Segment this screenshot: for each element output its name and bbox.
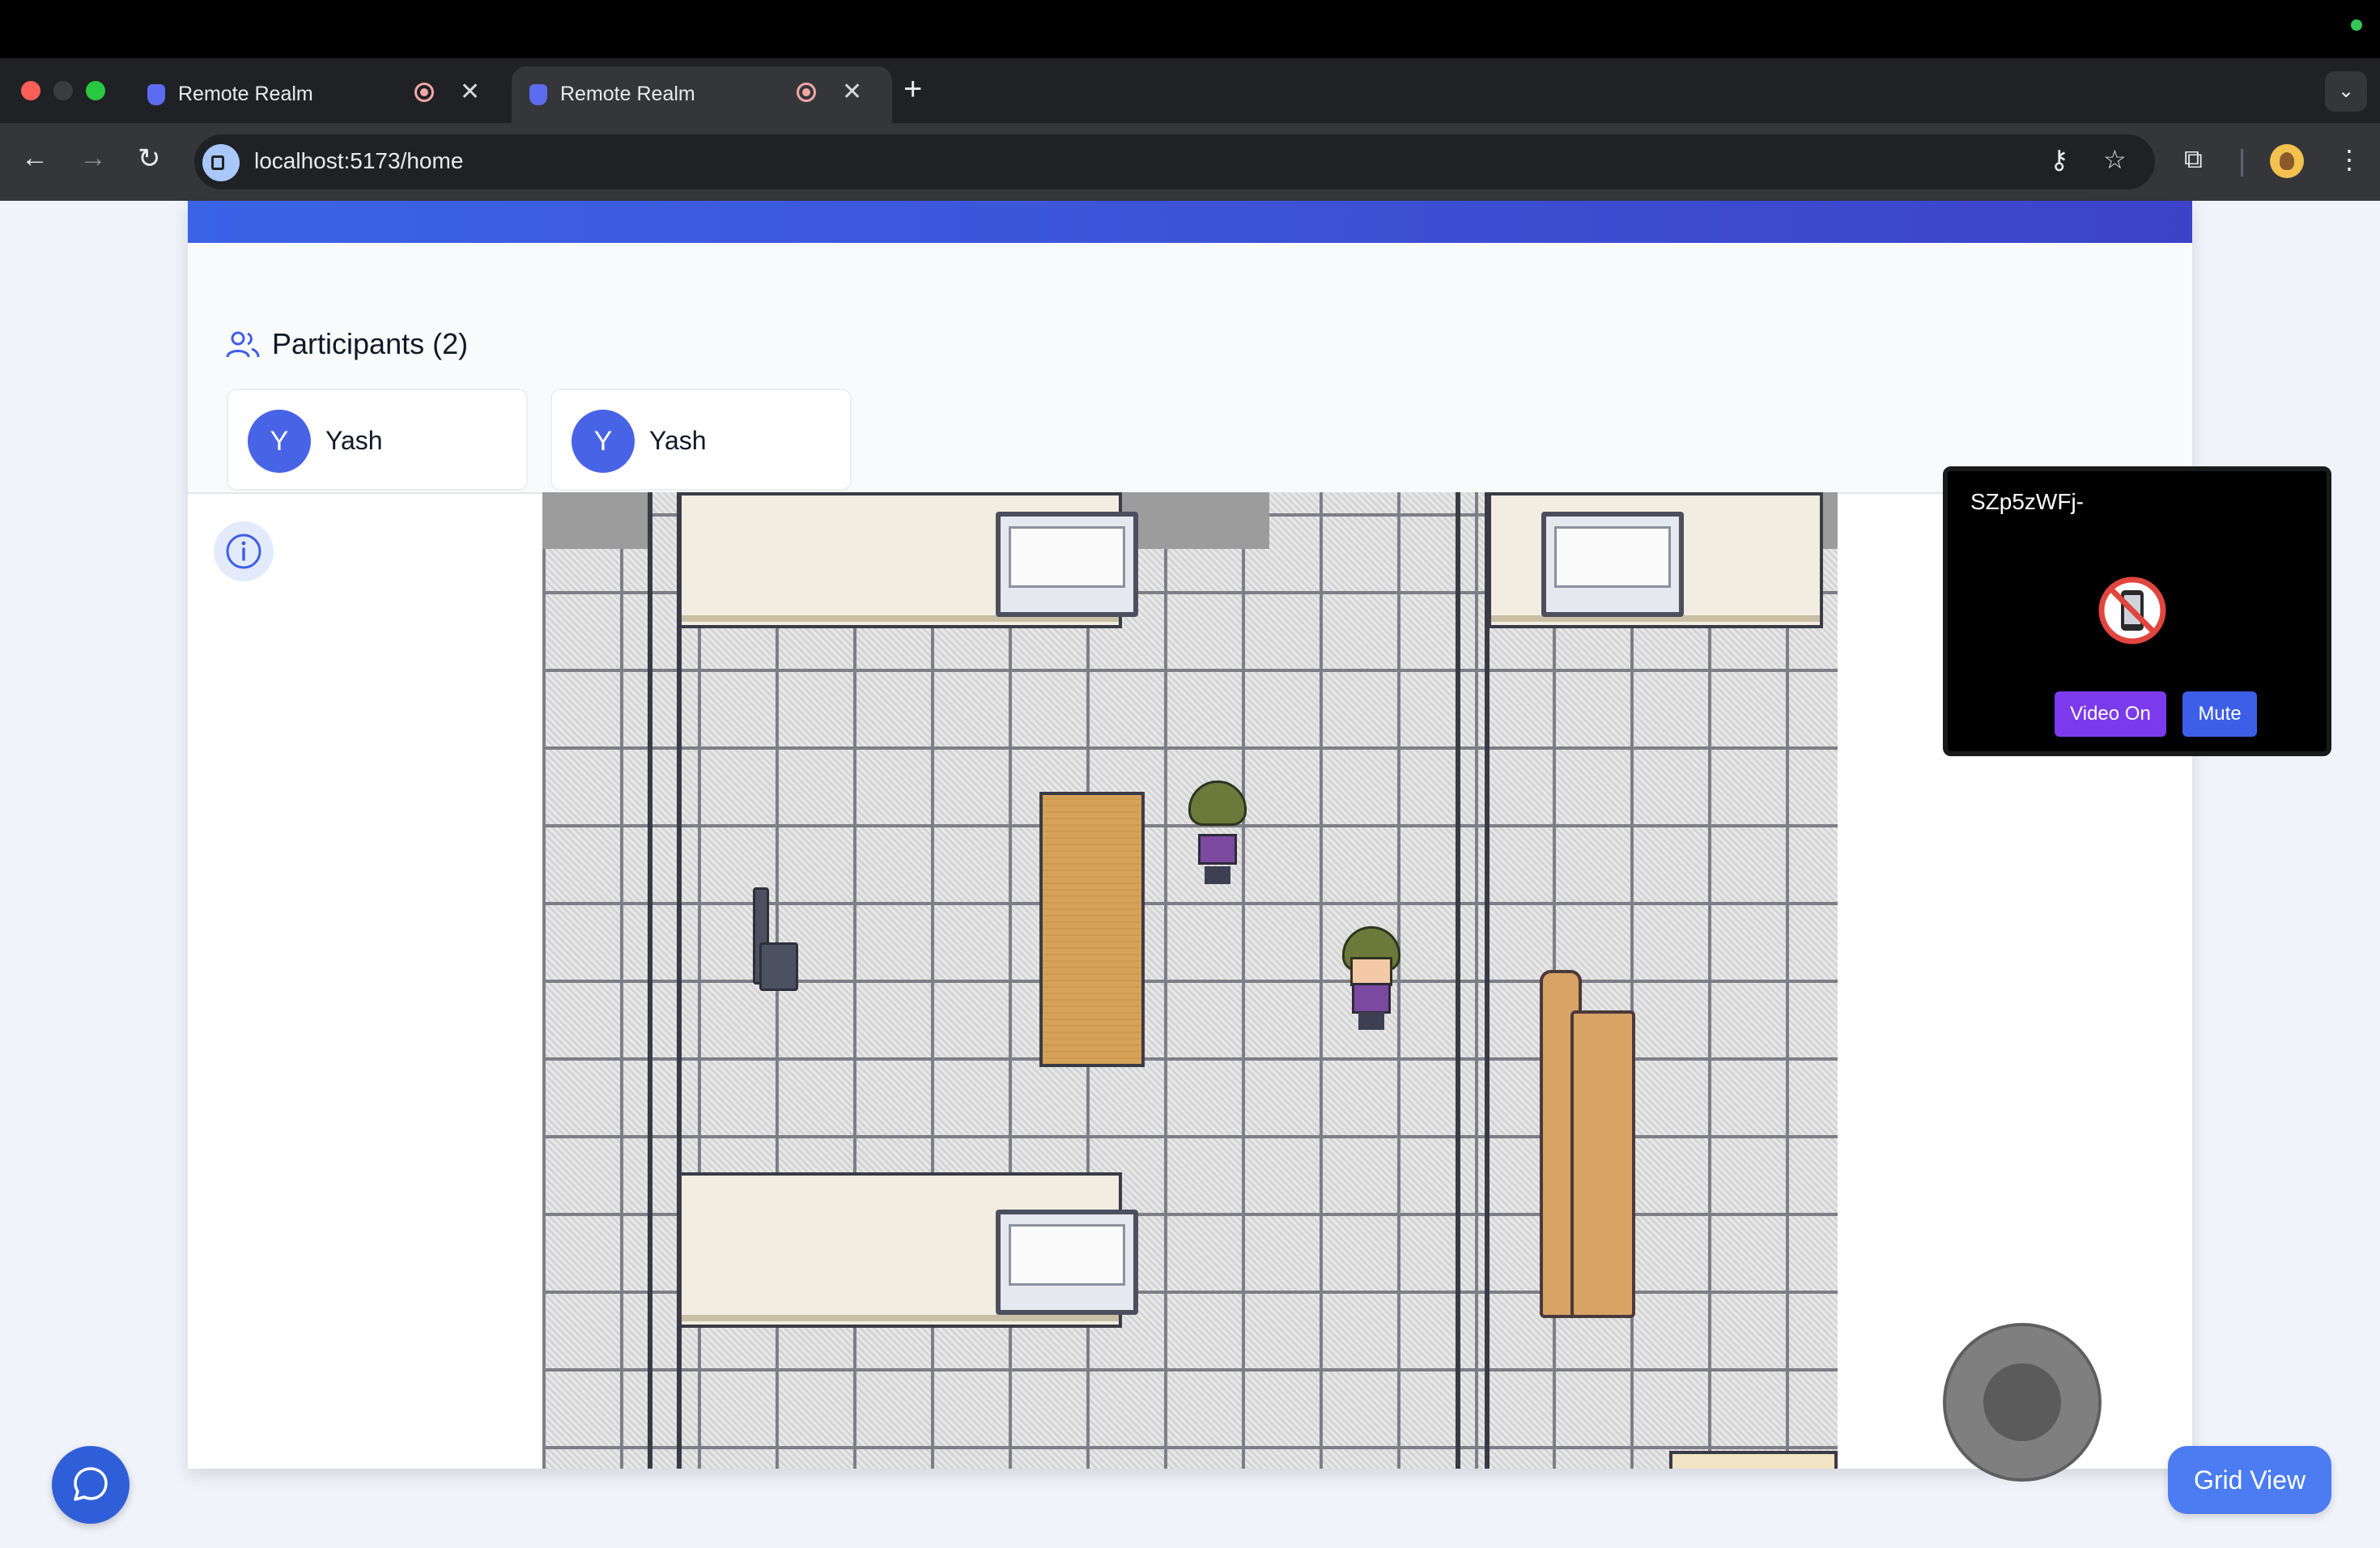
address-bar[interactable] <box>194 134 2155 189</box>
avatar-face <box>1350 957 1392 986</box>
site-camera-icon[interactable] <box>202 144 240 181</box>
star-icon[interactable]: ☆ <box>2103 144 2127 175</box>
joystick-knob[interactable] <box>1983 1363 2061 1441</box>
app-favicon-icon <box>529 84 547 105</box>
wall <box>1485 492 1490 1469</box>
key-icon[interactable]: ⚷ <box>2050 144 2068 175</box>
users-icon <box>226 331 260 358</box>
sofa-seat <box>1570 1010 1635 1318</box>
wall-strip <box>542 492 649 549</box>
participant-name: Yash <box>325 426 383 455</box>
participant-name: Yash <box>649 426 707 455</box>
video-panel: SZp5zWFj- Video On Mute <box>1943 466 2331 756</box>
participants-section: Participants (2) Y Yash Y Yash <box>188 243 2192 494</box>
video-user-id: SZp5zWFj- <box>1970 489 2084 514</box>
browser-tab[interactable]: Remote Realm ✕ <box>130 66 510 123</box>
wall <box>648 492 652 1469</box>
participant-card[interactable]: Y Yash <box>227 389 528 491</box>
window-zoom-button[interactable] <box>86 81 105 100</box>
close-icon[interactable]: ✕ <box>842 78 862 106</box>
window-close-button[interactable] <box>21 81 40 100</box>
back-button[interactable]: ← <box>21 142 49 174</box>
wall <box>1456 492 1460 1469</box>
movement-joystick[interactable] <box>1943 1323 2102 1482</box>
recording-indicator-icon <box>414 83 434 102</box>
forward-button[interactable]: → <box>79 142 107 174</box>
avatar-body <box>1352 983 1391 1014</box>
avatar-legs <box>1358 1012 1384 1030</box>
tab-search-button[interactable]: ⌄ <box>2325 71 2367 112</box>
main-card: Participants (2) Y Yash Y Yash <box>188 201 2192 1469</box>
browser-tab-active[interactable]: Remote Realm ✕ <box>512 66 892 123</box>
avatar-legs <box>1205 866 1230 884</box>
bench <box>1669 1451 1838 1469</box>
toolbar-divider <box>2241 149 2243 176</box>
participant-card[interactable]: Y Yash <box>550 389 852 491</box>
system-menu-bar <box>0 0 2380 58</box>
chair <box>759 942 798 991</box>
kebab-icon[interactable]: ⋮ <box>2336 144 2362 175</box>
video-on-button[interactable]: Video On <box>2055 691 2166 737</box>
participants-title: Participants (2) <box>272 327 469 360</box>
player-avatar[interactable] <box>1184 780 1252 886</box>
recording-indicator-icon <box>797 83 816 102</box>
reload-button[interactable]: ↻ <box>138 142 161 175</box>
computer-monitor <box>996 512 1138 617</box>
window-minimize-button[interactable] <box>53 81 73 100</box>
avatar-hair <box>1188 780 1247 826</box>
status-indicator <box>2351 19 2362 31</box>
profile-avatar[interactable] <box>2270 144 2304 178</box>
tab-title: Remote Realm <box>560 83 695 105</box>
new-tab-button[interactable]: + <box>903 71 922 108</box>
wall-strip <box>1119 492 1269 549</box>
avatar-body <box>1198 834 1237 865</box>
computer-monitor <box>1541 512 1684 617</box>
close-icon[interactable]: ✕ <box>460 78 480 106</box>
tab-title: Remote Realm <box>178 83 313 105</box>
game-map[interactable] <box>542 492 1838 1469</box>
mute-button[interactable]: Mute <box>2182 691 2257 737</box>
app-favicon-icon <box>147 84 165 105</box>
player-avatar[interactable] <box>1337 926 1405 1031</box>
url-text[interactable]: localhost:5173/home <box>254 148 463 174</box>
puzzle-icon[interactable]: ⧉ <box>2184 144 2203 175</box>
info-button[interactable] <box>214 521 274 581</box>
chat-bubble-icon <box>74 1467 108 1501</box>
no-mobile-icon <box>2098 576 2166 644</box>
table <box>1039 792 1145 1067</box>
participant-avatar: Y <box>572 410 635 473</box>
chat-button[interactable] <box>52 1446 130 1524</box>
computer-monitor <box>996 1210 1138 1315</box>
header-bar <box>188 201 2192 243</box>
participant-avatar: Y <box>248 410 311 473</box>
info-icon <box>226 534 261 569</box>
grid-view-button[interactable]: Grid View <box>2168 1446 2331 1514</box>
